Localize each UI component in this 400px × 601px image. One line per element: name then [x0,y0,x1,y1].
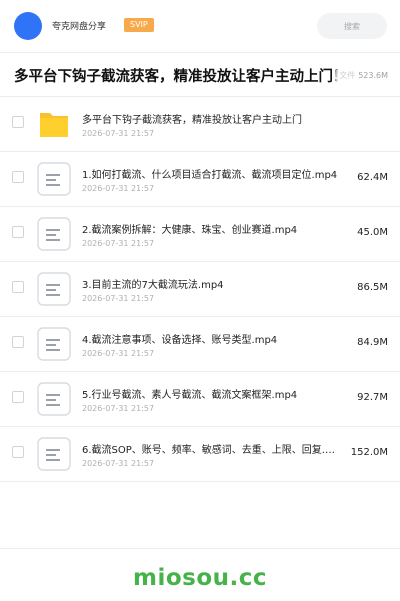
share-title: 多平台下钩子截流获客，精准投放让客户主动上门！ [14,69,348,85]
file-name: 多平台下钩子截流获客，精准投放让客户主动上门 [82,115,302,126]
file-size: 84.9M [357,337,388,348]
document-icon [37,217,71,251]
file-size: 152.0M [350,447,388,458]
file-list: 多平台下钩子截流获客，精准投放让客户主动上门 2026-07-31 21:57 … [0,97,400,482]
file-size: 86.5M [357,282,388,293]
total-size: 523.6M [358,71,388,80]
file-name: 3.目前主流的7大截流玩法.mp4 [82,280,224,291]
document-icon [37,382,71,416]
list-item[interactable]: 2.截流案例拆解：大健康、珠宝、创业赛道.mp4 2026-07-31 21:5… [0,207,400,262]
file-size: 45.0M [357,227,388,238]
document-icon [37,162,71,196]
file-name: 6.截流SOP、账号、频率、敏感词、去重、上限、回复.mp4 [82,445,338,456]
username: 夸克网盘分享 [52,22,107,32]
file-date: 2026-07-31 21:57 [82,294,155,303]
file-date: 2026-07-31 21:57 [82,459,155,468]
row-checkbox[interactable] [12,281,24,293]
file-name: 1.如何打截流、什么项目适合打截流、截流项目定位.mp4 [82,170,338,181]
search-input[interactable] [317,13,387,39]
watermark: miosou.cc [132,565,268,591]
file-name: 5.行业号截流、素人号截流、截流文案框架.mp4 [82,390,298,401]
document-icon [37,272,71,306]
list-item[interactable]: 多平台下钩子截流获客，精准投放让客户主动上门 2026-07-31 21:57 [0,97,400,152]
file-date: 2026-07-31 21:57 [82,129,155,138]
file-size: 62.4M [357,172,388,183]
row-checkbox[interactable] [12,226,24,238]
list-item[interactable]: 6.截流SOP、账号、频率、敏感词、去重、上限、回复.mp4 2026-07-3… [0,427,400,482]
list-item[interactable]: 1.如何打截流、什么项目适合打截流、截流项目定位.mp4 2026-07-31 … [0,152,400,207]
row-checkbox[interactable] [12,336,24,348]
share-meta: 文件 523.6M [336,70,388,81]
file-date: 2026-07-31 21:57 [82,239,155,248]
file-date: 2026-07-31 21:57 [82,404,155,413]
row-checkbox[interactable] [12,171,24,183]
document-icon [37,327,71,361]
file-date: 2026-07-31 21:57 [82,184,155,193]
svip-badge: SVIP [124,18,154,32]
meta-label: 文件 [339,71,356,80]
file-date: 2026-07-31 21:57 [82,349,155,358]
list-item[interactable]: 3.目前主流的7大截流玩法.mp4 2026-07-31 21:57 86.5M [0,262,400,317]
list-item[interactable]: 4.截流注意事项、设备选择、账号类型.mp4 2026-07-31 21:57 … [0,317,400,372]
folder-icon [37,107,71,141]
file-name: 2.截流案例拆解：大健康、珠宝、创业赛道.mp4 [82,225,298,236]
document-icon [37,437,71,471]
file-name: 4.截流注意事项、设备选择、账号类型.mp4 [82,335,278,346]
footer: miosou.cc [0,548,400,601]
list-item[interactable]: 5.行业号截流、素人号截流、截流文案框架.mp4 2026-07-31 21:5… [0,372,400,427]
share-title-bar: 多平台下钩子截流获客，精准投放让客户主动上门！ 文件 523.6M [0,52,400,97]
top-bar: 夸克网盘分享 SVIP [0,0,400,53]
row-checkbox[interactable] [12,446,24,458]
file-size: 92.7M [357,392,388,403]
row-checkbox[interactable] [12,391,24,403]
avatar[interactable] [14,12,42,40]
row-checkbox[interactable] [12,116,24,128]
